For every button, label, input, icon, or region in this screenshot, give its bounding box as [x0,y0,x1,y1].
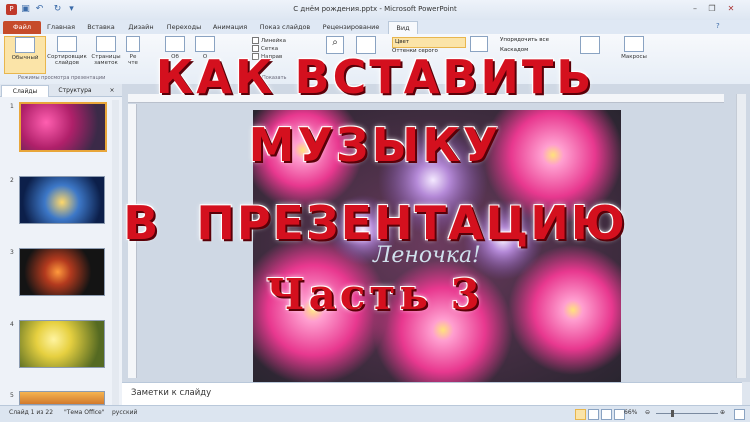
zoom-level[interactable]: 66% [624,409,637,416]
minimize-icon[interactable]: – [688,3,702,15]
slide-number: 5 [10,392,14,399]
overlay-title-line-2: МУЗЫКУ [248,118,502,172]
theme-status: "Тема Office" [64,409,105,416]
notes-pane[interactable]: Заметки к слайду [122,382,742,405]
tab-slideshow[interactable]: Показ слайдов [258,21,312,34]
tab-animation[interactable]: Анимация [210,21,250,34]
slide-number: 4 [10,321,14,328]
tab-design[interactable]: Дизайн [124,21,158,34]
slide-thumbnail-5[interactable] [19,391,105,405]
tab-file[interactable]: Файл [3,21,41,34]
window-title: С днём рождения.pptx - Microsoft PowerPo… [293,5,457,13]
fit-slide-icon[interactable] [734,409,745,420]
ruler-checkbox[interactable]: Линейка [252,37,286,45]
slide-number: 1 [10,103,14,110]
slide-count-status: Слайд 1 из 22 [9,409,54,416]
slide-number: 3 [10,249,14,256]
sorter-view-status-icon[interactable] [588,409,599,420]
tab-home[interactable]: Главная [44,21,78,34]
overlay-title-line-1: КАК ВСТАВИТЬ [155,50,595,104]
reading-view-status-icon[interactable] [601,409,612,420]
zoom-slider[interactable] [656,413,718,414]
overlay-title-line-3: В ПРЕЗЕНТАЦИЮ [123,196,627,250]
status-bar: Слайд 1 из 22 "Тема Office" русский 66% … [0,405,750,422]
zoom-out-icon[interactable]: ⊖ [645,409,650,416]
normal-view-status-icon[interactable] [575,409,586,420]
arrange-all-button[interactable]: Упорядочить все [500,37,549,43]
title-bar: P ▣ ↶ ↻ ▾ С днём рождения.pptx - Microso… [0,0,750,21]
maximize-icon[interactable]: ❐ [705,3,719,15]
zoom-in-icon[interactable]: ⊕ [720,409,725,416]
ribbon-tabs: Файл Главная Вставка Дизайн Переходы Ани… [0,20,750,35]
zoom-slider-thumb[interactable] [671,410,674,417]
overlay-title-line-4: Часть 3 [266,270,484,319]
color-button[interactable]: Цвет [392,37,466,48]
tab-review[interactable]: Рецензирование [318,21,384,34]
tab-insert[interactable]: Вставка [84,21,118,34]
slide-number: 2 [10,177,14,184]
tab-view[interactable]: Вид [388,21,418,35]
help-icon[interactable]: ? [716,22,720,30]
slide-thumbnail-4[interactable] [19,320,105,368]
language-status[interactable]: русский [112,409,137,416]
close-icon[interactable]: ✕ [724,3,738,15]
notes-placeholder: Заметки к слайду [131,388,212,398]
tab-transitions[interactable]: Переходы [166,21,202,34]
